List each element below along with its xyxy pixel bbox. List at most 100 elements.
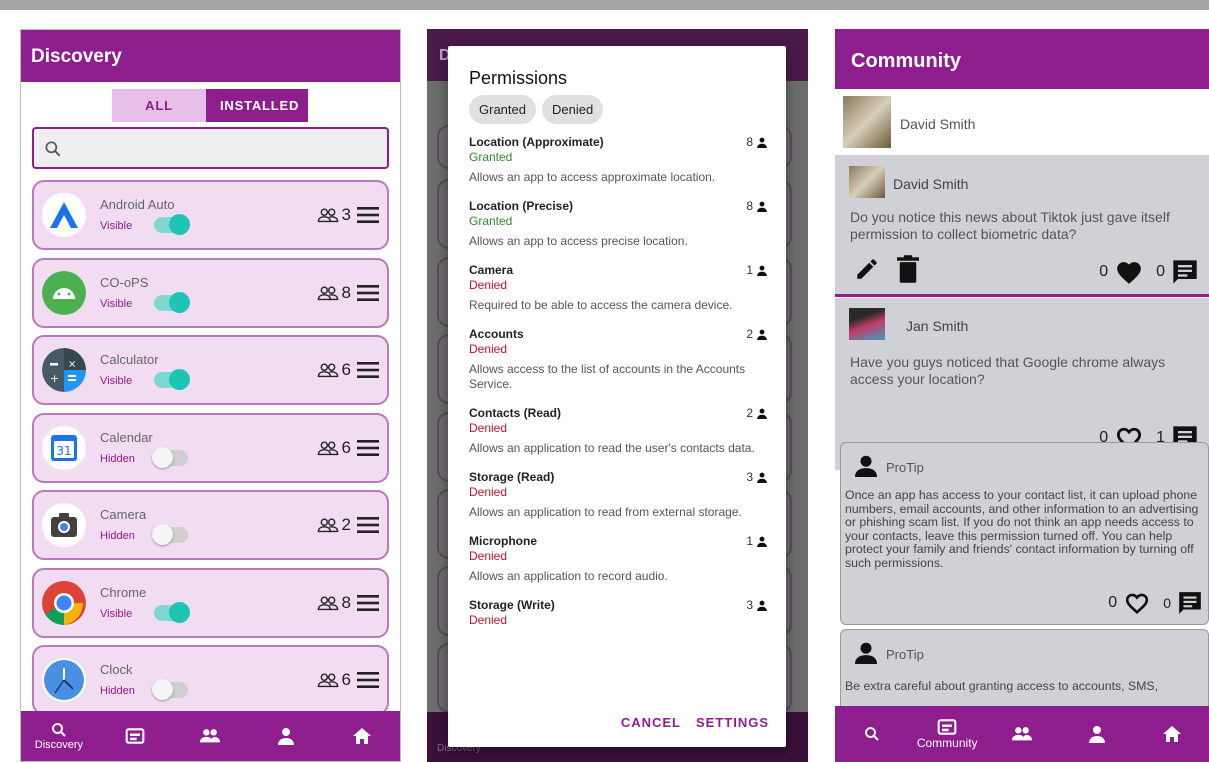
discovery-screen: Discovery ALL APPS INSTALLED Android Aut… [20, 29, 401, 762]
menu-icon[interactable] [357, 672, 379, 688]
permission-item[interactable]: Accounts 2 Denied Allows access to the list… [469, 327, 767, 392]
group-outline-icon [317, 441, 338, 455]
permission-item[interactable]: Storage (Read) 3 Denied Allows an applicati… [469, 470, 767, 520]
edit-icon[interactable] [854, 256, 880, 282]
permission-description: Allows an application to record audio. [469, 569, 668, 583]
permission-status: Denied [469, 278, 508, 292]
visibility-toggle[interactable] [154, 601, 190, 623]
visibility-toggle[interactable] [154, 214, 190, 235]
permissions-screen: D Discovery Permissions Granted Denied L… [427, 29, 808, 762]
dialog-actions: CANCEL SETTINGS [621, 715, 769, 730]
visibility-toggle[interactable] [152, 679, 188, 700]
search-input[interactable] [32, 127, 389, 169]
menu-icon[interactable] [357, 439, 379, 456]
post-card: David Smith Do you notice this news abou… [835, 155, 1209, 295]
person-icon [757, 408, 767, 419]
permission-item[interactable]: Contacts (Read) 2 Denied Allows an applicat… [469, 406, 767, 456]
app-visibility: Hidden [100, 685, 135, 697]
permission-item[interactable]: Storage (Write) 3 Denied [469, 598, 767, 629]
app-card[interactable]: 31 Calendar Hidden 6 [32, 412, 389, 483]
app-card[interactable]: × + Calculator Visible 6 [32, 335, 389, 405]
app-card[interactable]: Clock Hidden 6 [32, 645, 389, 715]
menu-icon[interactable] [357, 284, 379, 301]
permission-count: 2 [746, 327, 767, 341]
count-value: 1 [746, 534, 753, 548]
app-name: CO-oPS [100, 274, 149, 290]
permission-item[interactable]: Microphone 1 Denied Allows an application t… [469, 534, 767, 584]
protip-text: Be extra careful about granting access t… [845, 679, 1159, 693]
app-name: Calculator [100, 352, 159, 367]
app-visibility: Visible [100, 297, 133, 310]
heart-filled-icon[interactable] [1114, 259, 1144, 285]
divider [835, 294, 1209, 297]
nav-profile[interactable] [1059, 706, 1134, 762]
app-bar: Community [835, 29, 1209, 89]
heart-outline-icon[interactable] [1123, 591, 1151, 615]
app-name: Clock [100, 662, 133, 677]
clock-icon [42, 658, 86, 702]
app-stats: 8 [317, 283, 379, 303]
like-count: 0 [1108, 594, 1118, 611]
nav-community[interactable] [173, 711, 249, 761]
app-card[interactable]: Android Auto Visible 3 [32, 180, 389, 250]
comment-icon[interactable] [1171, 258, 1199, 286]
nav-home[interactable] [324, 711, 400, 761]
menu-icon[interactable] [357, 517, 379, 533]
profile-header[interactable]: David Smith [835, 89, 1209, 155]
installed-tab[interactable]: INSTALLED [206, 89, 308, 122]
visibility-toggle[interactable] [154, 369, 190, 390]
permission-status: Denied [469, 549, 508, 563]
visibility-toggle[interactable] [154, 291, 190, 313]
bottom-nav: Discovery [21, 711, 400, 761]
visibility-toggle[interactable] [152, 446, 188, 468]
nav-feed[interactable] [97, 711, 173, 761]
nav-home[interactable] [1134, 706, 1209, 762]
person-icon [757, 329, 767, 340]
settings-button[interactable]: SETTINGS [696, 715, 769, 730]
nav-discovery[interactable]: Discovery [21, 711, 97, 761]
nav-discovery[interactable] [835, 706, 910, 762]
app-list: Android Auto Visible 3 CO-oPS Visible 8 × + Calc… [32, 180, 389, 723]
visibility-toggle[interactable] [152, 524, 188, 545]
count-value: 8 [746, 199, 753, 213]
app-visibility: Visible [100, 607, 133, 620]
app-card[interactable]: Camera Hidden 2 [32, 490, 389, 560]
menu-icon[interactable] [357, 594, 379, 611]
menu-icon[interactable] [357, 207, 379, 223]
permission-item[interactable]: Location (Approximate) 8 Granted Allows an … [469, 135, 767, 185]
group-outline-icon [317, 596, 338, 610]
person-icon [757, 472, 767, 483]
permission-name: Microphone [469, 534, 537, 548]
permission-count: 3 [746, 598, 767, 612]
co-ops-icon [42, 270, 86, 315]
profile-name: David Smith [900, 116, 976, 132]
app-visibility: Visible [100, 220, 133, 232]
avatar [849, 308, 885, 340]
app-visibility: Visible [100, 375, 133, 387]
permission-item[interactable]: Camera 1 Denied Required to be able to acce… [469, 263, 767, 313]
nav-groups[interactable] [985, 706, 1060, 762]
group-outline-icon [317, 363, 338, 378]
permission-item[interactable]: Location (Precise) 8 Granted Allows an app … [469, 199, 767, 249]
delete-icon[interactable] [897, 255, 919, 283]
protip-text: Once an app has access to your contact l… [845, 488, 1199, 570]
person-icon [855, 455, 877, 477]
app-name: Calendar [100, 429, 153, 445]
nav-community[interactable]: Community [910, 706, 985, 762]
svg-text:×: × [68, 359, 76, 370]
denied-chip[interactable]: Denied [541, 95, 604, 124]
page-title: Community [851, 50, 961, 72]
granted-chip[interactable]: Granted [469, 95, 536, 124]
app-card[interactable]: Chrome Visible 8 [32, 567, 389, 638]
menu-icon[interactable] [357, 362, 379, 378]
permission-count: 8 [746, 199, 767, 213]
home-icon [1162, 726, 1181, 742]
permission-name: Accounts [469, 327, 524, 341]
app-card[interactable]: CO-oPS Visible 8 [32, 257, 389, 328]
permission-list: Location (Approximate) 8 Granted Allows an … [469, 135, 767, 643]
all-apps-tab[interactable]: ALL APPS [112, 89, 206, 146]
comment-icon[interactable] [1177, 590, 1203, 616]
cancel-button[interactable]: CANCEL [621, 715, 681, 730]
permission-count: 1 [746, 534, 767, 548]
nav-profile[interactable] [248, 711, 324, 761]
